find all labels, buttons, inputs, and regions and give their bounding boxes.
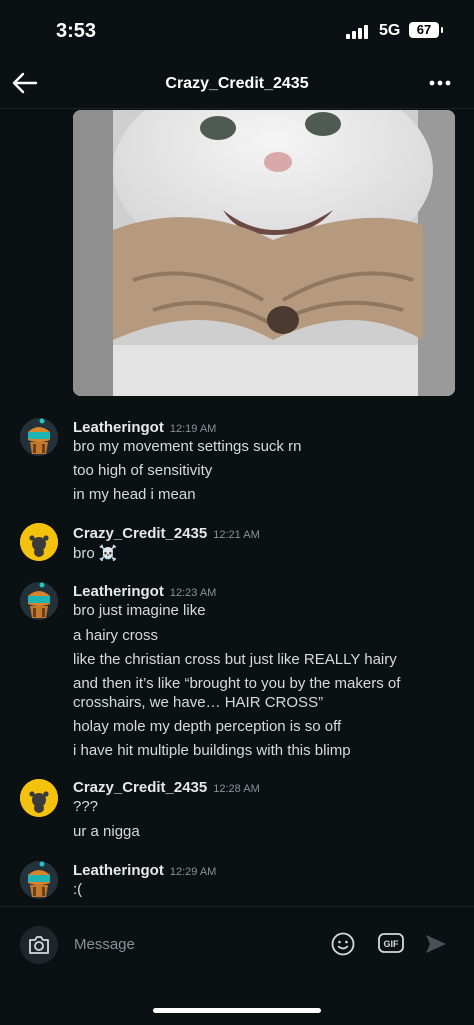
camera-button[interactable] <box>20 926 58 964</box>
cellular-signal-icon <box>346 25 372 39</box>
message-timestamp: 12:23 AM <box>169 587 217 599</box>
username-text: Crazy_Credit_2435 <box>73 779 208 796</box>
message-username[interactable]: Leatheringot 12:19 AM <box>73 419 216 436</box>
message-username[interactable]: Leatheringot 12:29 AM <box>73 862 216 879</box>
message-username[interactable]: Leatheringot 12:23 AM <box>73 583 216 600</box>
message-text: crosshairs, we have… HAIR CROSS” <box>73 694 324 711</box>
message-username[interactable]: Crazy_Credit_2435 12:21 AM <box>73 525 260 542</box>
gif-button[interactable]: GIF <box>378 933 404 953</box>
avatar[interactable] <box>20 861 58 899</box>
status-time: 3:53 <box>56 20 97 42</box>
avatar[interactable] <box>20 523 58 561</box>
message-timestamp: 12:28 AM <box>213 783 260 795</box>
message-text: in my head i mean <box>73 486 196 503</box>
chat-header: Crazy_Credit_2435 <box>0 62 474 109</box>
gif-icon: GIF <box>378 933 404 953</box>
home-indicator[interactable] <box>153 1008 321 1013</box>
gif-label: GIF <box>384 939 400 949</box>
message-username[interactable]: Crazy_Credit_2435 12:28 AM <box>73 779 260 796</box>
message-text: bro ☠️ <box>73 545 118 562</box>
username-text: Leatheringot <box>73 862 164 879</box>
snoo-avatar-icon <box>20 861 58 899</box>
message-input[interactable]: Message <box>74 936 135 953</box>
message-text: ur a nigga <box>73 823 140 840</box>
snoo-avatar-icon <box>20 779 58 817</box>
cat-photo-illustration <box>73 110 455 396</box>
more-options-button[interactable] <box>424 66 456 100</box>
emoji-icon <box>331 932 355 956</box>
snoo-avatar-icon <box>20 523 58 561</box>
username-text: Leatheringot <box>73 419 164 436</box>
message-timestamp: 12:21 AM <box>213 529 260 541</box>
snoo-avatar-icon <box>20 582 58 620</box>
avatar[interactable] <box>20 582 58 620</box>
message-timestamp: 12:29 AM <box>169 866 217 878</box>
message-text: :( <box>73 881 83 898</box>
chat-title: Crazy_Credit_2435 <box>165 75 309 92</box>
username-text: Crazy_Credit_2435 <box>73 525 208 542</box>
avatar[interactable] <box>20 418 58 456</box>
message-text: bro my movement settings suck rn <box>73 438 302 455</box>
message-timestamp: 12:19 AM <box>169 423 217 435</box>
avatar[interactable] <box>20 779 58 817</box>
message-text: ??? <box>73 798 99 815</box>
message-text: too high of sensitivity <box>73 462 213 479</box>
message-text: bro just imagine like <box>73 602 206 619</box>
send-button[interactable] <box>424 932 448 956</box>
message-text: holay mole my depth perception is so off <box>73 718 342 735</box>
more-options-icon <box>429 80 451 86</box>
network-type: 5G <box>379 22 401 39</box>
message-text: like the christian cross but just like R… <box>73 651 397 668</box>
message-text: i have hit multiple buildings with this … <box>73 742 351 759</box>
status-bar: 3:53 5G 67 <box>0 0 474 62</box>
camera-icon <box>29 936 49 954</box>
shared-cat-image[interactable] <box>73 110 455 396</box>
message-text: a hairy cross <box>73 627 159 644</box>
emoji-button[interactable] <box>330 931 356 957</box>
username-text: Leatheringot <box>73 583 164 600</box>
message-composer: Message GIF <box>0 906 474 987</box>
send-icon <box>426 935 446 953</box>
message-text: and then it’s like “brought to you by th… <box>73 675 401 692</box>
battery-icon: 67 <box>409 22 443 38</box>
snoo-avatar-icon <box>20 418 58 456</box>
